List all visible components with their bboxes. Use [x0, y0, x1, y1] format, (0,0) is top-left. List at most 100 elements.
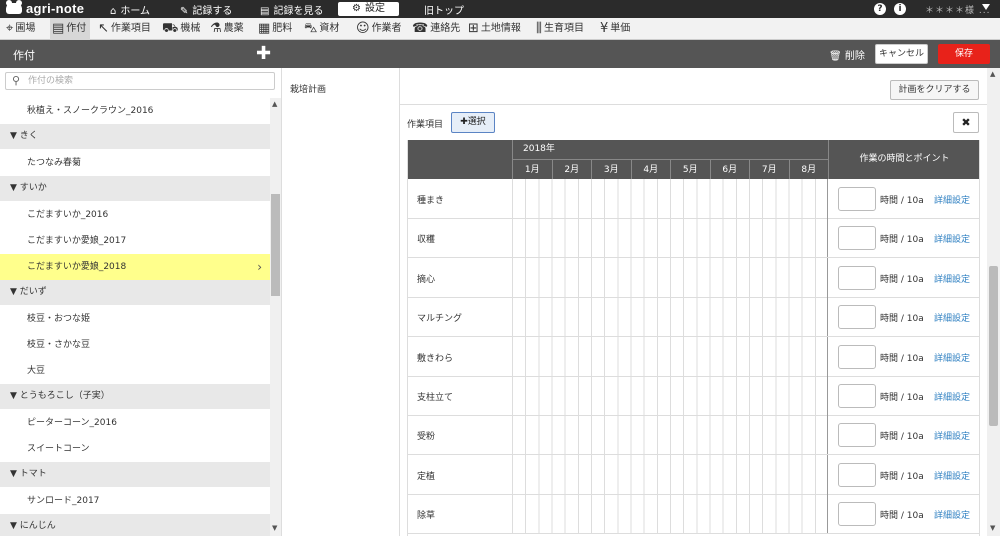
hours-input[interactable] — [838, 502, 876, 527]
hours-input[interactable] — [838, 344, 876, 369]
notebook-icon: ▤ — [52, 21, 65, 36]
schedule-grid[interactable] — [512, 376, 828, 415]
task-name: 支柱立て — [417, 393, 454, 403]
crop-group-label: ▼ とうもろこし（子実） — [10, 391, 110, 401]
save-button[interactable]: 保存 — [938, 44, 990, 64]
detail-settings-link[interactable]: 詳細設定 — [934, 429, 970, 442]
schedule-grid[interactable] — [512, 218, 828, 258]
crop-group-header[interactable]: ▼ にんじん — [0, 514, 270, 536]
user-name[interactable]: ＊＊＊＊様 ... — [925, 3, 990, 16]
crop-list-item[interactable]: スイートコーン — [0, 436, 270, 462]
subnav-unit-price[interactable]: ¥ 単価 — [598, 18, 630, 40]
subnav-machines[interactable]: ⛟ 機械 — [160, 18, 200, 40]
crop-group-header[interactable]: ▼ すいか — [0, 176, 270, 201]
app-logo[interactable]: agri-note — [6, 0, 84, 16]
schedule-grid[interactable] — [512, 454, 828, 494]
crop-list-item[interactable]: こだますいか_2016 — [0, 202, 270, 228]
crop-list-item[interactable]: 枝豆・さかな豆 — [0, 332, 270, 358]
nav-old-top[interactable]: 旧トップ — [424, 2, 464, 17]
add-crop-button[interactable]: ✚ — [256, 43, 271, 64]
search-input[interactable] — [28, 74, 268, 88]
crop-group-header[interactable]: ▼ トマト — [0, 462, 270, 487]
schedule-grid[interactable] — [512, 415, 828, 455]
list-scroll-thumb[interactable] — [271, 194, 280, 296]
crop-list-item[interactable]: こだますいか愛娘_2018 › — [0, 254, 270, 280]
select-work-items-button[interactable]: ✚選択 — [451, 112, 495, 133]
month-header: 1月 — [512, 159, 552, 179]
crop-list-item[interactable]: 枝豆・おつな姫 — [0, 306, 270, 332]
crop-list-item[interactable]: たつなみ春菊 — [0, 150, 270, 176]
subnav-land-info[interactable]: ⊞ 土地情報 — [466, 18, 521, 40]
hours-unit-label: 時間 / 10a — [880, 511, 924, 522]
clear-plan-button[interactable]: 計画をクリアする — [890, 80, 979, 100]
detail-settings-link[interactable]: 詳細設定 — [934, 272, 970, 285]
subnav-pesticides[interactable]: ⚗ 農薬 — [208, 18, 244, 40]
tractor-icon: ⛟ — [162, 21, 179, 36]
work-items-label: 作業項目 — [407, 120, 444, 130]
subnav-work-items[interactable]: ↖ 作業項目 — [96, 18, 151, 40]
subnav-growth-items[interactable]: ⫼ 生育項目 — [534, 18, 584, 40]
nav-record[interactable]: ✎ 記録する — [180, 2, 232, 17]
trash-icon: 🗑 — [829, 51, 842, 62]
crop-group-label: ▼ にんじん — [10, 521, 56, 531]
crop-list-item[interactable]: 秋植え・スノークラウン_2016 — [0, 98, 270, 124]
schedule-grid[interactable] — [512, 336, 828, 376]
nav-home[interactable]: ⌂ ホーム — [110, 2, 150, 17]
crop-list-item[interactable]: こだますいか愛娘_2017 — [0, 228, 270, 254]
nav-view-records[interactable]: ▤ 記録を見る — [260, 2, 323, 17]
info-icon[interactable]: i — [894, 3, 906, 15]
scroll-down-arrow-icon[interactable]: ▼ — [272, 524, 277, 532]
hours-unit-label: 時間 / 10a — [880, 235, 924, 246]
help-icon[interactable]: ? — [874, 3, 886, 15]
subnav-contacts[interactable]: ☎ 連絡先 — [410, 18, 460, 40]
user-menu-caret-icon[interactable] — [982, 4, 990, 10]
schedule-grid[interactable] — [512, 257, 828, 297]
hours-input[interactable] — [838, 384, 876, 408]
subnav-field[interactable]: ⌖ 圃場 — [4, 18, 35, 40]
scroll-up-arrow-icon[interactable]: ▲ — [272, 100, 277, 108]
schedule-grid[interactable] — [512, 494, 828, 534]
month-header: 4月 — [630, 159, 670, 179]
page-scrollbar[interactable]: ▲ ▼ — [987, 68, 1000, 536]
crop-group-header[interactable]: ▼ だいず — [0, 280, 270, 305]
cancel-button[interactable]: キャンセル — [875, 44, 928, 64]
detail-settings-link[interactable]: 詳細設定 — [934, 311, 970, 324]
hours-input[interactable] — [838, 462, 876, 487]
detail-settings-link[interactable]: 詳細設定 — [934, 508, 970, 521]
hours-input[interactable] — [838, 423, 876, 448]
subnav-workers[interactable]: ☺ 作業者 — [354, 18, 402, 40]
subnav-fertilizer[interactable]: ▦ 肥料 — [256, 18, 292, 40]
detail-settings-link[interactable]: 詳細設定 — [934, 232, 970, 245]
hours-input[interactable] — [838, 226, 876, 251]
pencil-icon: ✎ — [180, 6, 189, 17]
crop-item-label: 枝豆・おつな姫 — [27, 314, 91, 324]
crop-item-label: たつなみ春菊 — [27, 158, 82, 168]
hours-input[interactable] — [838, 265, 876, 290]
nav-settings[interactable]: ⚙ 設定 — [338, 2, 399, 16]
list-scrollbar[interactable]: ▲ ▼ — [270, 98, 281, 536]
page-scroll-up-icon[interactable]: ▲ — [990, 70, 995, 78]
detail-settings-link[interactable]: 詳細設定 — [934, 193, 970, 206]
table-row: 敷きわら 時間 / 10a 詳細設定 — [407, 336, 980, 377]
subnav-crop[interactable]: ▤ 作付 — [50, 18, 90, 40]
yen-icon: ¥ — [600, 21, 609, 36]
schedule-grid[interactable] — [512, 179, 828, 218]
crop-list-item[interactable]: サンロード_2017 — [0, 488, 270, 514]
close-icon[interactable]: ✖ — [953, 112, 979, 133]
crop-list-item[interactable]: ピーターコーン_2016 — [0, 410, 270, 436]
detail-settings-link[interactable]: 詳細設定 — [934, 390, 970, 403]
cultivation-plan-label: 栽培計画 — [290, 85, 327, 95]
table-row: 摘心 時間 / 10a 詳細設定 — [407, 257, 980, 298]
hours-input[interactable] — [838, 305, 876, 330]
page-scroll-thumb[interactable] — [989, 266, 998, 426]
delete-button[interactable]: 🗑 削除 — [829, 47, 865, 62]
crop-group-header[interactable]: ▼ きく — [0, 124, 270, 149]
crop-list-item[interactable]: 大豆 — [0, 358, 270, 384]
page-scroll-down-icon[interactable]: ▼ — [990, 524, 995, 532]
hours-input[interactable] — [838, 187, 876, 211]
subnav-materials[interactable]: ⛍ 資材 — [302, 18, 339, 40]
schedule-grid[interactable] — [512, 297, 828, 337]
detail-settings-link[interactable]: 詳細設定 — [934, 351, 970, 364]
crop-group-header[interactable]: ▼ とうもろこし（子実） — [0, 384, 270, 409]
detail-settings-link[interactable]: 詳細設定 — [934, 469, 970, 482]
